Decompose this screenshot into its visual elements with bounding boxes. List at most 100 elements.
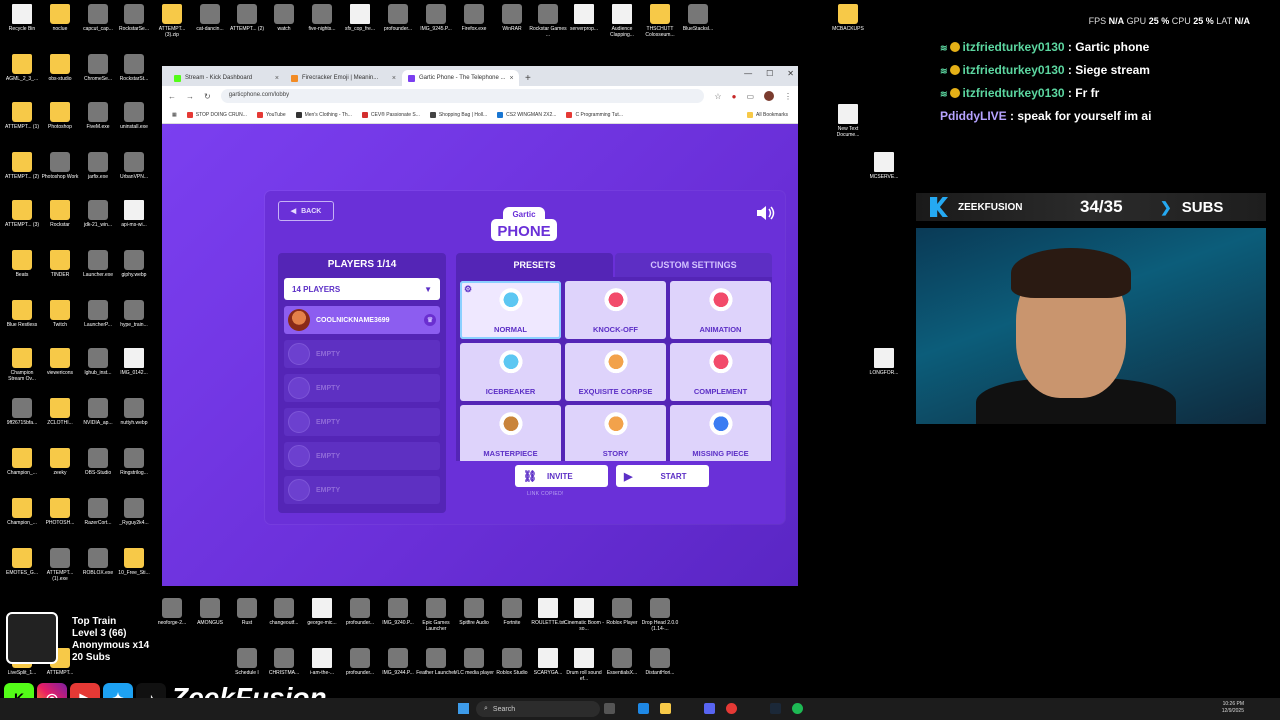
preset-card-knock-off[interactable]: KNOCK-OFF <box>565 281 666 339</box>
desktop-icon[interactable]: EssentialsX... <box>602 648 642 676</box>
desktop-icon[interactable]: _Ryguy2k4... <box>114 498 154 526</box>
preset-card-animation[interactable]: ANIMATION <box>670 281 771 339</box>
desktop-icon[interactable]: zeeky <box>40 448 80 476</box>
bookmark-item[interactable]: CS2 WINGMAN 2X2... <box>497 111 556 118</box>
desktop-icon[interactable]: MCSERVE... <box>864 152 904 180</box>
discord-icon[interactable] <box>704 703 715 714</box>
desktop-icon[interactable]: Feather Launcher <box>416 648 456 676</box>
url-input[interactable]: garticphone.com/lobby <box>220 89 705 103</box>
back-arrow-icon[interactable]: ← <box>168 92 176 101</box>
preset-card-icebreaker[interactable]: ICEBREAKER <box>460 343 561 401</box>
desktop-icon[interactable]: Champion_... <box>2 448 42 476</box>
desktop-icon[interactable]: Cinematic Boom - so... <box>564 598 604 632</box>
desktop-icon[interactable]: capcut_cap... <box>78 4 118 32</box>
desktop-icon[interactable]: 9ff26715bfa... <box>2 398 42 426</box>
tab-gartic-phone[interactable]: Gartic Phone - The Telephone ... × <box>402 70 519 86</box>
close-icon[interactable]: × <box>510 75 514 82</box>
desktop-icon[interactable]: WinRAR <box>492 4 532 32</box>
bookmark-item[interactable]: C Programming Tut... <box>566 111 623 118</box>
new-tab-button[interactable]: + <box>519 73 537 86</box>
desktop-icon[interactable]: sfx_cop_fre... <box>340 4 380 32</box>
desktop-icon[interactable]: ATTEMPT... (3).zip <box>152 4 192 38</box>
bookmark-item[interactable]: Men's Clothing - Th... <box>295 111 352 118</box>
desktop-icon[interactable]: uninstall.exe <box>114 102 154 130</box>
desktop-icon[interactable]: DistantHori... <box>640 648 680 676</box>
close-window-icon[interactable]: ✕ <box>787 69 794 78</box>
desktop-icon[interactable]: MCBACKUPS <box>828 4 868 32</box>
bookmark-item[interactable]: STOP DOING CRUN... <box>186 111 247 118</box>
desktop-icon[interactable]: Fortnite <box>492 598 532 626</box>
desktop-icon[interactable]: RazerCort... <box>78 498 118 526</box>
desktop-icon[interactable]: lghub_inst... <box>78 348 118 376</box>
desktop-icon[interactable]: LONGFOR... <box>864 348 904 376</box>
desktop-icon[interactable]: IMG_9245.P... <box>416 4 456 32</box>
player-count-select[interactable]: 14 PLAYERS ▼ <box>284 278 440 300</box>
desktop-icon[interactable]: ROULETTE.txt <box>528 598 568 626</box>
desktop-icon[interactable]: Firefox.exe <box>454 4 494 32</box>
desktop-icon[interactable]: Photoshop <box>40 102 80 130</box>
desktop-icon[interactable]: viewericons <box>40 348 80 376</box>
desktop-icon[interactable]: profounder... <box>340 648 380 676</box>
desktop-icon[interactable]: IMG_9240.P... <box>378 598 418 626</box>
desktop-icon[interactable]: Beats <box>2 250 42 278</box>
desktop-icon[interactable]: Recycle Bin <box>2 4 42 32</box>
desktop-icon[interactable]: Roblox Studio <box>492 648 532 676</box>
desktop-icon[interactable]: ATTEMPT... (2) <box>227 4 267 32</box>
preset-card-normal[interactable]: ⚙ NORMAL <box>460 281 561 339</box>
desktop-icon[interactable]: nocluе <box>40 4 80 32</box>
desktop-icon[interactable]: Blue Restless <box>2 300 42 328</box>
desktop-icon[interactable]: hype_train... <box>114 300 154 328</box>
desktop-icon[interactable]: RockstarSt... <box>114 54 154 82</box>
gear-icon[interactable]: ⚙ <box>464 284 472 295</box>
desktop-icon[interactable]: giphy.webp <box>114 250 154 278</box>
desktop-icon[interactable]: five-nights... <box>302 4 342 32</box>
desktop-icon[interactable]: New Text Docume... <box>828 104 868 138</box>
desktop-icon[interactable]: 10_Free_Sti... <box>114 548 154 576</box>
tab-kick-dashboard[interactable]: Stream - Kick Dashboard × <box>168 70 285 86</box>
desktop-icon[interactable]: THSCHUTT Colosseum... <box>640 4 680 38</box>
desktop-icon[interactable]: Roblox Player <box>602 598 642 626</box>
preset-card-exquisite-corpse[interactable]: EXQUISITE CORPSE <box>565 343 666 401</box>
steam-icon[interactable] <box>770 703 781 714</box>
tab-firecracker-emoji[interactable]: Firecracker Emoji | Meanin... × <box>285 70 402 86</box>
tab-custom-settings[interactable]: CUSTOM SETTINGS <box>615 253 772 277</box>
desktop-icon[interactable]: VLC media player <box>454 648 494 676</box>
bookmark-item[interactable]: Shopping Bag | Holl... <box>429 111 487 118</box>
taskbar-search[interactable]: ⌕ Search <box>476 701 600 717</box>
desktop-icon[interactable]: Spitfire Audio <box>454 598 494 626</box>
desktop-icon[interactable]: obs-studio <box>40 54 80 82</box>
desktop-icon[interactable]: ZCLOTHI... <box>40 398 80 426</box>
desktop-icon[interactable]: changeoutf... <box>264 598 304 626</box>
desktop-icon[interactable]: profounder... <box>340 598 380 626</box>
desktop-icon[interactable]: george-mic... <box>302 598 342 626</box>
desktop-icon[interactable]: RockstarSe... <box>114 4 154 32</box>
profile-icon[interactable] <box>764 91 774 101</box>
desktop-icon[interactable]: NVIDIA_ap... <box>78 398 118 426</box>
desktop-icon[interactable]: serverprop... <box>564 4 604 32</box>
all-bookmarks[interactable]: All Bookmarks <box>747 111 788 118</box>
desktop-icon[interactable]: CHRISTMA... <box>264 648 304 676</box>
desktop-icon[interactable]: ChromeSe... <box>78 54 118 82</box>
desktop-icon[interactable]: ATTEMPT... (1) <box>2 102 42 130</box>
speaker-icon[interactable] <box>755 205 775 221</box>
desktop-icon[interactable]: neoforge-2... <box>152 598 192 626</box>
desktop-icon[interactable]: SCARYGA... <box>528 648 568 676</box>
start-button[interactable]: ▶ START <box>616 465 709 487</box>
desktop-icon[interactable]: Rockstar <box>40 200 80 228</box>
close-icon[interactable]: × <box>275 75 279 82</box>
extension-icon[interactable]: ● <box>732 92 737 101</box>
desktop-icon[interactable]: ATTEMPT... (3) <box>2 200 42 228</box>
minimize-icon[interactable]: — <box>744 69 752 78</box>
desktop-icon[interactable]: Champion Stream Ov... <box>2 348 42 382</box>
preset-card-complement[interactable]: COMPLEMENT <box>670 343 771 401</box>
spotify-icon[interactable] <box>792 703 803 714</box>
maximize-icon[interactable]: ☐ <box>766 69 773 78</box>
desktop-icon[interactable]: IMG_9244.P... <box>378 648 418 676</box>
desktop-icon[interactable]: Rust <box>227 598 267 626</box>
desktop-icon[interactable]: ATTEMPT... (1).exe <box>40 548 80 582</box>
desktop-icon[interactable]: ATTEMPT... (2) <box>2 152 42 180</box>
system-clock[interactable]: 10:26 PM 12/9/2025 <box>1222 701 1244 715</box>
desktop-icon[interactable]: Drop Head 2.0.0 (1.14-... <box>640 598 680 632</box>
desktop-icon[interactable]: LauncherP... <box>78 300 118 328</box>
desktop-icon[interactable]: jarfix.exe <box>78 152 118 180</box>
